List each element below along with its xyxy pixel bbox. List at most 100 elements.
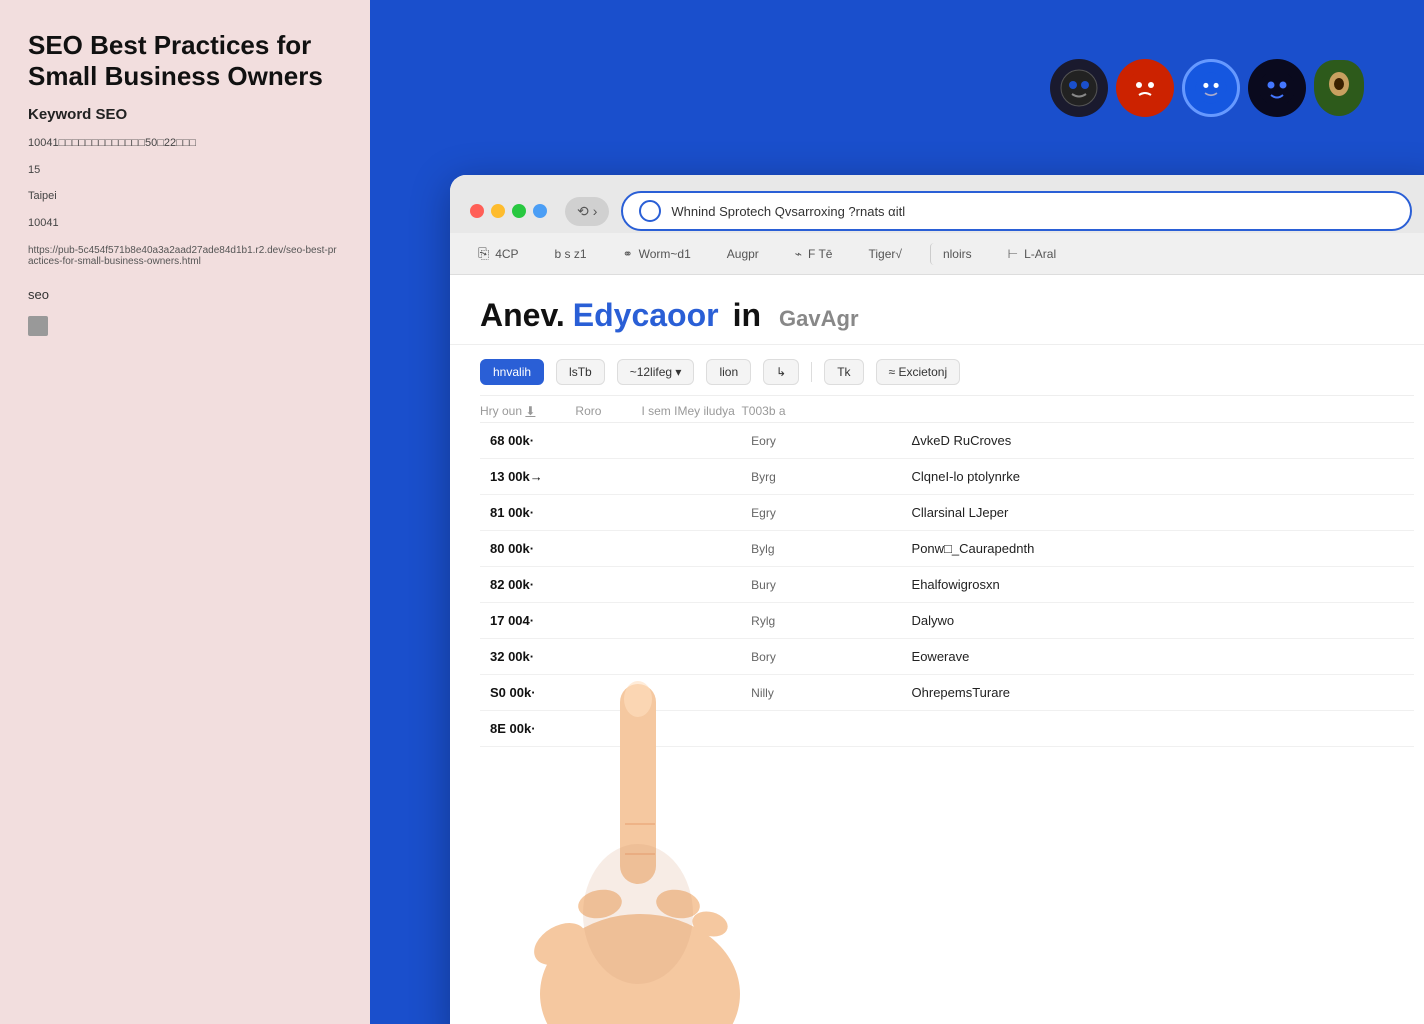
- tab-3-icon: ⚭: [623, 247, 633, 261]
- address-circle-icon: [639, 200, 661, 222]
- tab-5-label: F Tē: [808, 247, 832, 261]
- sidebar-tag: seo: [28, 287, 342, 302]
- face-svg-2: [1125, 68, 1165, 108]
- cell-col2-2: Egry: [741, 495, 901, 531]
- browser-window: ⟲ › Whnind Sprotech Qvsarroxing ?rnats α…: [450, 175, 1424, 1024]
- tab-5-icon: ⌁: [795, 247, 802, 261]
- data-table: 68 00k· Eory ΔvkeD RuCroves 13 00k→ Byrg…: [480, 423, 1414, 747]
- toolbar-lstb[interactable]: lsTb: [556, 359, 605, 385]
- address-bar-text: Whnind Sprotech Qvsarroxing ?rnats αitl: [671, 204, 905, 219]
- address-bar[interactable]: Whnind Sprotech Qvsarroxing ?rnats αitl: [621, 191, 1412, 231]
- tab-3-label: Worm~d1: [639, 247, 691, 261]
- tab-4[interactable]: Augpr: [719, 243, 767, 265]
- table-row: 82 00k· Bury Ehalfowigrosxn: [480, 567, 1414, 603]
- minimize-button[interactable]: [491, 204, 505, 218]
- main-area: ⟲ › Whnind Sprotech Qvsarroxing ?rnats α…: [370, 0, 1424, 1024]
- table-subheader-row: Hry oun ⬇ Roro I sem IMey iludya T003b a: [480, 396, 1414, 423]
- cell-col2-3: Bylg: [741, 531, 901, 567]
- cell-col2-5: Rylg: [741, 603, 901, 639]
- nav-arrows[interactable]: ⟲ ›: [565, 197, 609, 226]
- page-header: Anev. Edycaoor in GavAgr: [450, 275, 1424, 345]
- cell-col1-7: S0 00k·: [480, 675, 741, 711]
- maximize-button[interactable]: [512, 204, 526, 218]
- sidebar-meta-line4: 10041: [28, 215, 342, 232]
- toolbar-hnvalih[interactable]: hnvalih: [480, 359, 544, 385]
- page-title-part4: GavAgr: [779, 306, 858, 332]
- browser-chrome: ⟲ › Whnind Sprotech Qvsarroxing ?rnats α…: [450, 175, 1424, 233]
- close-button[interactable]: [470, 204, 484, 218]
- tab-4-label: Augpr: [727, 247, 759, 261]
- page-title: Anev. Edycaoor in GavAgr: [480, 297, 1414, 334]
- cell-col3-7: OhrepemsTurare: [902, 675, 1414, 711]
- table-row: S0 00k· Nilly OhrepemsTurare: [480, 675, 1414, 711]
- cell-col3-1: ClqneI-lo ptolynrke: [902, 459, 1414, 495]
- subheader-1: Hry oun ⬇: [480, 404, 535, 418]
- toolbar-lion[interactable]: lion: [706, 359, 751, 385]
- cell-col3-4: Ehalfowigrosxn: [902, 567, 1414, 603]
- extra-button[interactable]: [533, 204, 547, 218]
- toolbar-arrow[interactable]: ↳: [763, 359, 799, 385]
- cell-col2-7: Nilly: [741, 675, 901, 711]
- sidebar-meta-line3: Taipei: [28, 188, 342, 205]
- tab-2-label: b s z1: [555, 247, 587, 261]
- icon-face-3: [1182, 59, 1240, 117]
- cell-col3-8: [902, 711, 1414, 747]
- cell-col3-2: Cllarsinal LJeper: [902, 495, 1414, 531]
- data-section: hnvalih lsTb ~12lifeg ▾ lion ↳ Tk ≈ Exci…: [450, 345, 1424, 747]
- tab-2[interactable]: b s z1: [547, 243, 595, 265]
- tab-8-label: L-Aral: [1024, 247, 1056, 261]
- tab-8[interactable]: ⊢ L-Aral: [1000, 243, 1064, 265]
- sidebar-icon-box: [28, 316, 48, 336]
- tab-5[interactable]: ⌁ F Tē: [787, 243, 841, 265]
- icon-avocado: [1314, 60, 1364, 116]
- tab-1[interactable]: ⎘ 4CP: [470, 241, 527, 266]
- cell-col1-4: 82 00k·: [480, 567, 741, 603]
- cell-col3-0: ΔvkeD RuCroves: [902, 423, 1414, 459]
- page-title-part3: in: [733, 297, 761, 334]
- cell-col2-6: Bory: [741, 639, 901, 675]
- page-title-part2: Edycaoor: [573, 297, 719, 334]
- table-row: 80 00k· Bylg Ponw□_Caurapednth: [480, 531, 1414, 567]
- cell-col1-5: 17 004·: [480, 603, 741, 639]
- sidebar: SEO Best Practices for Small Business Ow…: [0, 0, 370, 1024]
- toolbar-divider: [811, 362, 812, 382]
- top-bar: [370, 0, 1424, 175]
- cell-col1-8: 8E 00k·: [480, 711, 741, 747]
- page-title-part1: Anev.: [480, 297, 565, 334]
- table-row: 8E 00k·: [480, 711, 1414, 747]
- cell-col1-6: 32 00k·: [480, 639, 741, 675]
- cell-col2-8: [741, 711, 901, 747]
- forward-arrow-icon[interactable]: ›: [593, 203, 598, 219]
- cell-col1-1: 13 00k→: [480, 459, 741, 495]
- table-toolbar: hnvalih lsTb ~12lifeg ▾ lion ↳ Tk ≈ Exci…: [480, 345, 1414, 396]
- tab-1-label: 4CP: [495, 247, 518, 261]
- table-row: 68 00k· Eory ΔvkeD RuCroves: [480, 423, 1414, 459]
- table-row: 13 00k→ Byrg ClqneI-lo ptolynrke: [480, 459, 1414, 495]
- tab-3[interactable]: ⚭ Worm~d1: [615, 243, 699, 265]
- tab-separator: nloirs: [930, 243, 980, 265]
- browser-tabs: ⎘ 4CP b s z1 ⚭ Worm~d1 Augpr ⌁ F Tē Tige…: [450, 233, 1424, 275]
- sidebar-url: https://pub-5c454f571b8e40a3a2aad27ade84…: [28, 245, 342, 267]
- cell-col3-3: Ponw□_Caurapednth: [902, 531, 1414, 567]
- cell-col2-4: Bury: [741, 567, 901, 603]
- toolbar-12lifeg[interactable]: ~12lifeg ▾: [617, 359, 695, 385]
- cell-col3-6: Eowerave: [902, 639, 1414, 675]
- subheader-2: Roro: [575, 404, 601, 418]
- back-arrow-icon[interactable]: ⟲: [577, 203, 589, 220]
- toolbar-tk[interactable]: Tk: [824, 359, 863, 385]
- icon-face-2: [1116, 59, 1174, 117]
- table-row: 17 004· Rylg Dalywo: [480, 603, 1414, 639]
- top-icons: [1050, 59, 1364, 117]
- toolbar-excietoni[interactable]: ≈ Excietonj: [876, 359, 961, 385]
- cell-col2-1: Byrg: [741, 459, 901, 495]
- subheader-3: I sem IMey iludya T003b a: [641, 404, 785, 418]
- table-row: 32 00k· Bory Eowerave: [480, 639, 1414, 675]
- cell-col1-0: 68 00k·: [480, 423, 741, 459]
- tab-6[interactable]: Tiger√: [860, 243, 909, 265]
- cell-col1-3: 80 00k·: [480, 531, 741, 567]
- icon-face-1: [1050, 59, 1108, 117]
- face-svg-4: [1257, 68, 1297, 108]
- tab-8-icon: ⊢: [1008, 247, 1018, 261]
- face-svg-1: [1059, 68, 1099, 108]
- icon-face-4: [1248, 59, 1306, 117]
